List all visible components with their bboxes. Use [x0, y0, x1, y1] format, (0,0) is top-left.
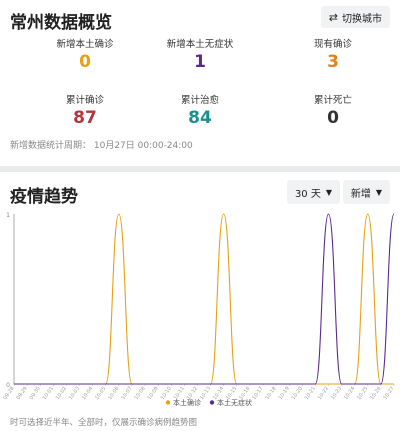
switch-icon: ⇄ — [328, 10, 338, 24]
x-tick-label: 10-06 — [107, 386, 120, 401]
switch-city-label: 切换城市 — [342, 13, 382, 25]
overview-title: 常州数据概览 — [10, 13, 112, 33]
x-tick-label: 10-03 — [68, 386, 81, 401]
y-tick-label: 1 — [6, 212, 10, 219]
stat-value: 0 — [79, 52, 91, 72]
x-tick-label: 10-09 — [147, 386, 160, 401]
x-tick-label: 10-20 — [291, 386, 304, 401]
x-tick-label: 10-23 — [330, 386, 343, 401]
chevron-down-icon: ▼ — [325, 187, 332, 197]
x-tick-label: 10-18 — [264, 386, 277, 401]
type-select[interactable]: 新增 ▼ — [342, 180, 390, 204]
trend-card: 疫情趋势 30 天 ▼ 新增 ▼ 0 1 09-28 09-29 09-30 10-01 1… — [0, 172, 400, 431]
x-tick-label: 10-27 — [382, 386, 395, 401]
stat-value: 3 — [327, 52, 339, 72]
chevron-down-icon: ▼ — [375, 187, 382, 197]
x-tick-label: 10-04 — [81, 386, 94, 401]
x-tick-label: 10-01 — [42, 386, 55, 401]
stat-value: 84 — [188, 108, 212, 128]
stat-label: 现有确诊 — [313, 39, 352, 50]
stat-label: 新增本土确诊 — [56, 39, 114, 50]
series-line-1 — [13, 213, 395, 385]
x-tick-label: 10-08 — [133, 386, 146, 401]
stat-new-local-asymptomatic: 新增本土无症状 1 — [145, 36, 255, 72]
x-tick-label: 10-10 — [160, 386, 173, 401]
stat-total-cured: 累计治愈 84 — [145, 92, 255, 128]
legend-marker — [209, 400, 215, 405]
stat-total-deaths: 累计死亡 0 — [278, 92, 388, 128]
range-select-value: 30 天 — [294, 188, 321, 200]
stat-label: 新增本土无症状 — [166, 39, 234, 50]
stat-current-confirmed: 现有确诊 3 — [278, 36, 388, 72]
legend-marker — [165, 400, 171, 405]
stat-total-confirmed: 累计确诊 87 — [30, 92, 140, 128]
switch-city-button[interactable]: ⇄ 切换城市 — [320, 6, 390, 28]
stat-new-local-confirmed: 新增本土确诊 0 — [30, 36, 140, 72]
x-tick-label: 10-02 — [55, 386, 68, 401]
x-tick-label: 10-26 — [369, 386, 382, 401]
legend-label: 本土无症状 — [217, 398, 252, 407]
range-select[interactable]: 30 天 ▼ — [286, 180, 340, 204]
stat-value: 0 — [327, 108, 339, 128]
x-tick-label: 10-05 — [94, 386, 107, 401]
overview-card: 常州数据概览 ⇄ 切换城市 新增本土确诊 0 新增本土无症状 1 现有确诊 3 … — [0, 0, 400, 166]
x-tick-label: 10-22 — [317, 386, 330, 401]
x-tick-label: 09-29 — [15, 386, 28, 401]
x-tick-label: 10-19 — [278, 386, 291, 401]
type-select-value: 新增 — [350, 188, 371, 200]
trend-title: 疫情趋势 — [10, 187, 78, 207]
x-tick-label: 10-25 — [356, 386, 369, 401]
stat-period-text: 新增数据统计周期： 10月27日 00:00-24:00 — [10, 141, 193, 151]
x-tick-label: 09-30 — [29, 386, 42, 401]
stat-label: 累计确诊 — [65, 95, 104, 106]
stat-value: 1 — [194, 52, 206, 72]
x-tick-label: 10-21 — [304, 386, 317, 401]
trend-chart: 0109-28 09-29 09-30 10-01 10-02 10-03 10-04 10-… — [2, 212, 395, 407]
series-line-0 — [13, 213, 394, 385]
x-tick-label: 10-17 — [251, 386, 264, 401]
stat-label: 累计治愈 — [180, 95, 219, 106]
x-tick-label: 10-24 — [343, 386, 356, 401]
stat-label: 累计死亡 — [313, 95, 352, 106]
legend-label: 本土确诊 — [173, 398, 201, 407]
chart-footnote: 时可选择近半年、全部时，仅展示确诊病例趋势图 — [10, 418, 198, 428]
stat-value: 87 — [73, 108, 97, 128]
x-tick-label: 09-28 — [2, 386, 15, 401]
x-tick-label: 10-07 — [120, 386, 133, 401]
